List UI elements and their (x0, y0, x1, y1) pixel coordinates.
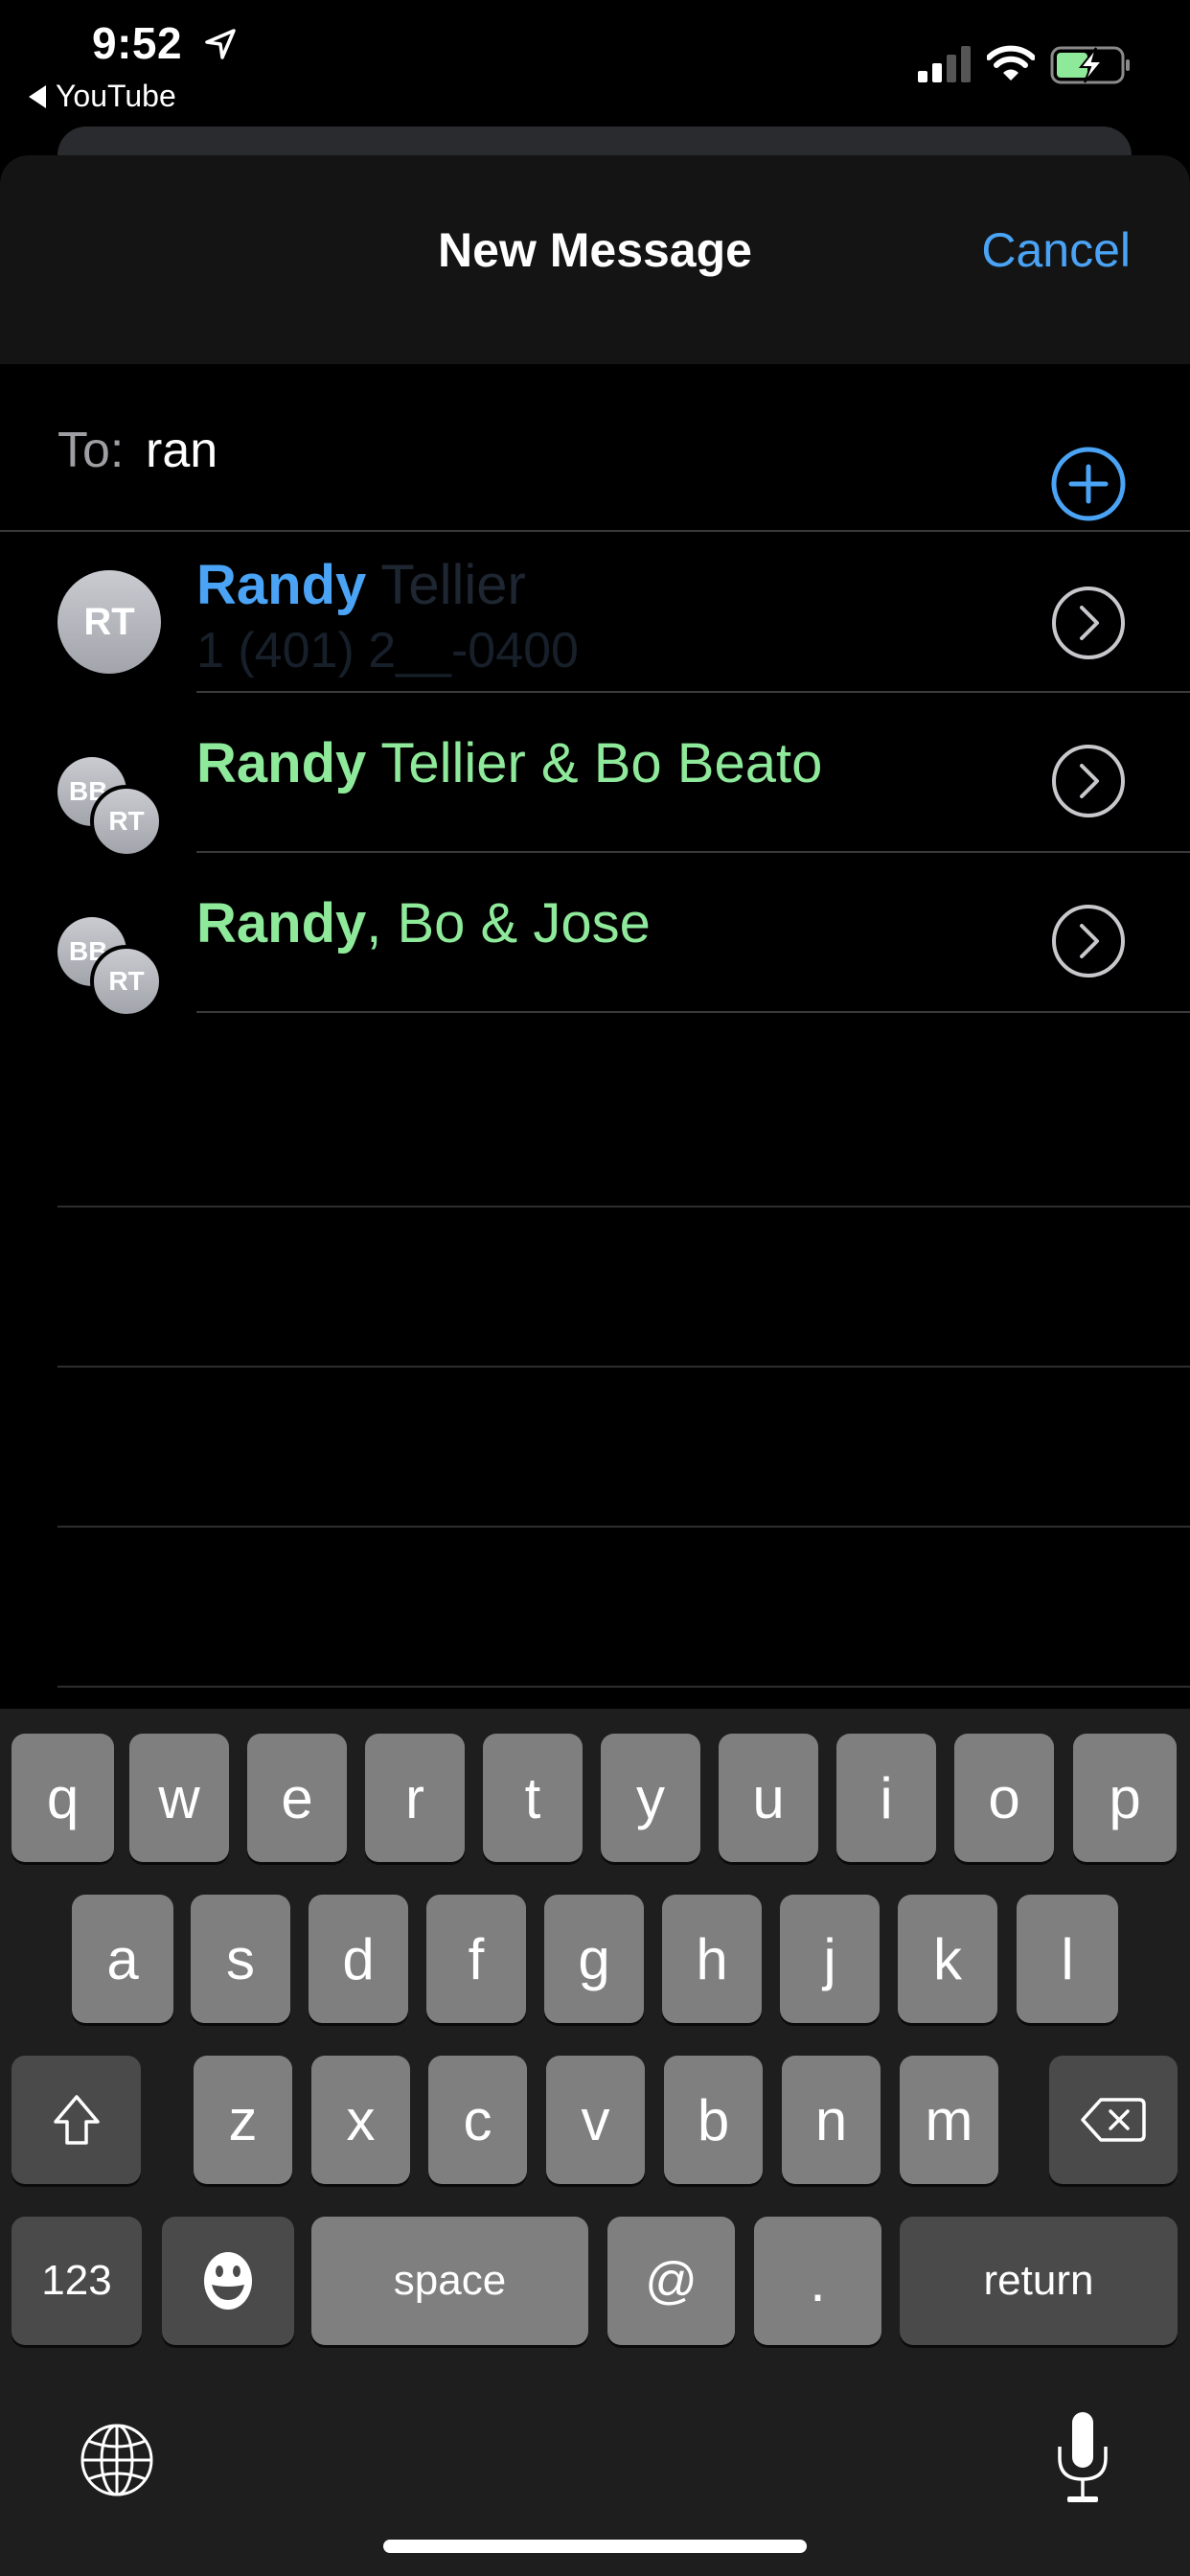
key-v[interactable]: v (546, 2056, 645, 2184)
key-d[interactable]: d (309, 1895, 408, 2023)
add-contact-button[interactable] (1050, 446, 1127, 522)
empty-row-divider (57, 1206, 1190, 1208)
back-to-app-link[interactable]: YouTube (29, 79, 176, 114)
key-h[interactable]: h (662, 1895, 762, 2023)
signal-bar-3 (947, 55, 956, 82)
key-p[interactable]: p (1073, 1734, 1177, 1862)
key-y[interactable]: y (601, 1734, 700, 1862)
return-key[interactable]: return (900, 2217, 1178, 2345)
delete-key[interactable] (1049, 2056, 1178, 2184)
key-j[interactable]: j (780, 1895, 880, 2023)
emoji-icon (204, 2252, 252, 2310)
signal-bar-4 (961, 46, 971, 82)
battery-charging-icon (1050, 46, 1130, 84)
key-o[interactable]: o (954, 1734, 1054, 1862)
group-name: Randy Tellier & Bo Beato (196, 731, 822, 795)
contact-phone: 1 (401) 2__-0400 (196, 623, 579, 678)
key-z[interactable]: z (194, 2056, 292, 2184)
numbers-key[interactable]: 123 (11, 2217, 142, 2345)
globe-icon[interactable] (79, 2422, 155, 2498)
empty-row-divider (57, 1366, 1190, 1368)
shift-key[interactable] (11, 2056, 141, 2184)
plus-circle-icon (1051, 447, 1126, 521)
key-g[interactable]: g (544, 1895, 644, 2023)
back-app-label: YouTube (56, 79, 176, 113)
name-rest: Tellier & Bo Beato (366, 732, 823, 794)
key-i[interactable]: i (836, 1734, 936, 1862)
chevron-circle-icon[interactable] (1050, 743, 1127, 819)
key-w[interactable]: w (129, 1734, 229, 1862)
back-triangle-icon (29, 84, 46, 108)
key-u[interactable]: u (719, 1734, 818, 1862)
name-rest: , Bo & Jose (366, 892, 651, 954)
to-label: To: (57, 423, 125, 478)
key-s[interactable]: s (191, 1895, 290, 2023)
period-key[interactable]: . (754, 2217, 881, 2345)
name-match: Randy (196, 732, 367, 794)
name-match: Randy (196, 892, 367, 954)
empty-row-divider (57, 1686, 1190, 1688)
contact-name: Randy Tellier (196, 553, 526, 617)
suggestion-row-group[interactable]: BB RT Randy, Bo & Jose (0, 853, 1190, 1018)
row-divider (196, 1011, 1190, 1013)
signal-icon (918, 46, 971, 82)
space-key[interactable]: space (311, 2217, 588, 2345)
key-q[interactable]: q (11, 1734, 114, 1862)
suggestion-row-group[interactable]: BB RT Randy Tellier & Bo Beato (0, 693, 1190, 858)
key-e[interactable]: e (247, 1734, 347, 1862)
to-field-row: To: (0, 364, 1190, 532)
chevron-circle-icon[interactable] (1050, 585, 1127, 661)
chevron-circle-icon[interactable] (1050, 903, 1127, 979)
emoji-key[interactable] (162, 2217, 294, 2345)
shift-arrow-icon (53, 2095, 100, 2145)
avatar-front: RT (90, 945, 163, 1018)
signal-bar-2 (932, 63, 942, 82)
key-t[interactable]: t (483, 1734, 583, 1862)
at-key[interactable]: @ (607, 2217, 735, 2345)
key-f[interactable]: f (426, 1895, 526, 2023)
key-r[interactable]: r (365, 1734, 465, 1862)
key-x[interactable]: x (311, 2056, 410, 2184)
name-rest: Tellier (366, 554, 526, 616)
key-a[interactable]: a (72, 1895, 173, 2023)
status-time: 9:52 (92, 18, 183, 68)
name-match: Randy (196, 554, 367, 616)
wifi-icon (987, 45, 1035, 80)
group-name: Randy, Bo & Jose (196, 891, 651, 955)
home-indicator[interactable] (383, 2540, 807, 2553)
recipient-input[interactable] (146, 422, 816, 479)
cancel-button[interactable]: Cancel (981, 222, 1131, 278)
location-arrow-icon (205, 29, 236, 59)
empty-row-divider (57, 1526, 1190, 1528)
key-m[interactable]: m (900, 2056, 998, 2184)
key-n[interactable]: n (782, 2056, 881, 2184)
nav-bar: New Message Cancel (0, 155, 1190, 364)
backspace-icon (1081, 2098, 1146, 2142)
avatar-front: RT (90, 785, 163, 858)
avatar: RT (57, 570, 161, 674)
key-l[interactable]: l (1017, 1895, 1118, 2023)
signal-bar-1 (918, 71, 927, 82)
key-c[interactable]: c (428, 2056, 527, 2184)
keyboard: q w e r t y u i o p a s d f g h j k l z … (0, 1709, 1190, 2576)
microphone-icon[interactable] (1054, 2412, 1111, 2504)
suggestion-row-contact[interactable]: RT Randy Tellier 1 (401) 2__-0400 (0, 532, 1190, 693)
key-b[interactable]: b (664, 2056, 763, 2184)
key-k[interactable]: k (898, 1895, 997, 2023)
